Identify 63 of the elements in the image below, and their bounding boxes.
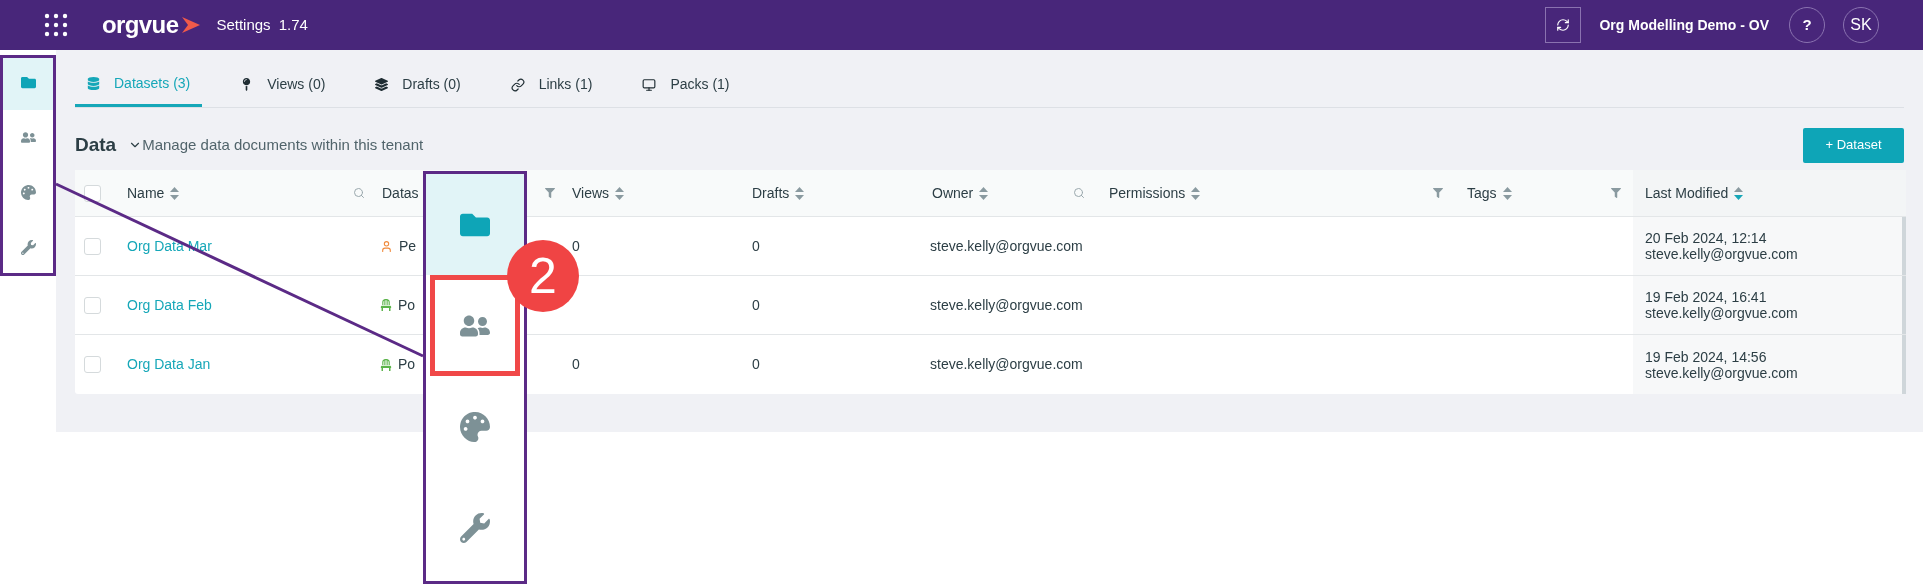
palette-icon	[20, 185, 36, 200]
search-icon[interactable]	[353, 187, 365, 199]
wrench-icon	[20, 240, 36, 255]
refresh-icon	[1556, 18, 1571, 32]
column-header[interactable]: Drafts	[752, 182, 790, 204]
layers-icon	[375, 78, 389, 91]
database-icon	[87, 76, 100, 90]
table-cell-text: steve.kelly@orgvue.com	[930, 295, 1083, 315]
table-cell-text: Pe	[399, 236, 417, 256]
table-cell-text: 0	[752, 295, 760, 315]
sort-icon[interactable]	[1734, 186, 1744, 200]
refresh-button[interactable]	[1545, 7, 1582, 43]
filter-icon[interactable]	[1433, 188, 1443, 198]
table-cell-text: 0	[752, 236, 760, 256]
row-checkbox[interactable]	[84, 356, 101, 373]
section-description: Manage data documents within this tenant	[142, 134, 424, 155]
table-cell-text: steve.kelly@orgvue.com	[1645, 246, 1799, 262]
tab[interactable]: Links (1)	[498, 62, 605, 107]
table-cell-text: 20 Feb 2024, 12:14	[1645, 230, 1768, 246]
table-cell-text: 19 Feb 2024, 16:41	[1645, 289, 1768, 305]
chair-icon	[380, 358, 392, 371]
column-header[interactable]: Permissions	[1109, 182, 1186, 204]
app-grid-icon[interactable]	[44, 13, 68, 37]
page-title: Settings	[216, 14, 271, 35]
version-label: 1.74	[278, 14, 308, 35]
chair-icon	[380, 299, 392, 311]
monitor-icon	[642, 77, 657, 92]
workspace-name[interactable]: Org Modelling Demo - OV	[1599, 14, 1769, 36]
tab[interactable]: Packs (1)	[630, 62, 742, 107]
sort-icon[interactable]	[170, 186, 180, 200]
table-cell-text: 19 Feb 2024, 14:56	[1645, 348, 1768, 365]
row-checkbox[interactable]	[84, 237, 101, 255]
column-header[interactable]: Datas	[382, 182, 419, 204]
sort-icon[interactable]	[979, 186, 989, 200]
app-logo: orgvue	[102, 10, 179, 40]
sort-icon[interactable]	[795, 186, 805, 200]
table-cell-text: steve.kelly@orgvue.com	[1645, 305, 1799, 321]
sort-icon[interactable]	[615, 186, 625, 200]
column-header[interactable]: Owner	[932, 182, 974, 204]
filter-icon[interactable]	[545, 188, 555, 198]
column-header[interactable]: Tags	[1467, 182, 1497, 204]
person-icon	[380, 239, 393, 253]
table-cell-text: steve.kelly@orgvue.com	[1645, 364, 1799, 381]
table-cell-text: Po	[398, 295, 416, 315]
column-header[interactable]: Views	[572, 182, 610, 204]
folder-icon	[20, 75, 36, 90]
sort-icon[interactable]	[1191, 186, 1201, 200]
people-icon	[20, 130, 36, 145]
tab[interactable]: Drafts (0)	[363, 62, 473, 107]
table-cell-text: 0	[572, 355, 580, 374]
row-checkbox[interactable]	[84, 296, 101, 314]
table-cell-text: 0	[752, 355, 760, 374]
table-cell-text: steve.kelly@orgvue.com	[930, 236, 1083, 256]
link-icon	[510, 77, 525, 92]
table-cell-text: steve.kelly@orgvue.com	[930, 355, 1083, 374]
section-title: Data	[75, 132, 117, 157]
column-header[interactable]: Name	[127, 182, 165, 204]
filter-icon[interactable]	[1611, 188, 1621, 198]
sort-icon[interactable]	[1502, 186, 1512, 200]
tab[interactable]: Views (0)	[228, 62, 338, 107]
table-cell-text: Po	[398, 355, 416, 374]
column-header[interactable]: Last Modified	[1645, 182, 1729, 204]
search-icon[interactable]	[1073, 187, 1085, 199]
